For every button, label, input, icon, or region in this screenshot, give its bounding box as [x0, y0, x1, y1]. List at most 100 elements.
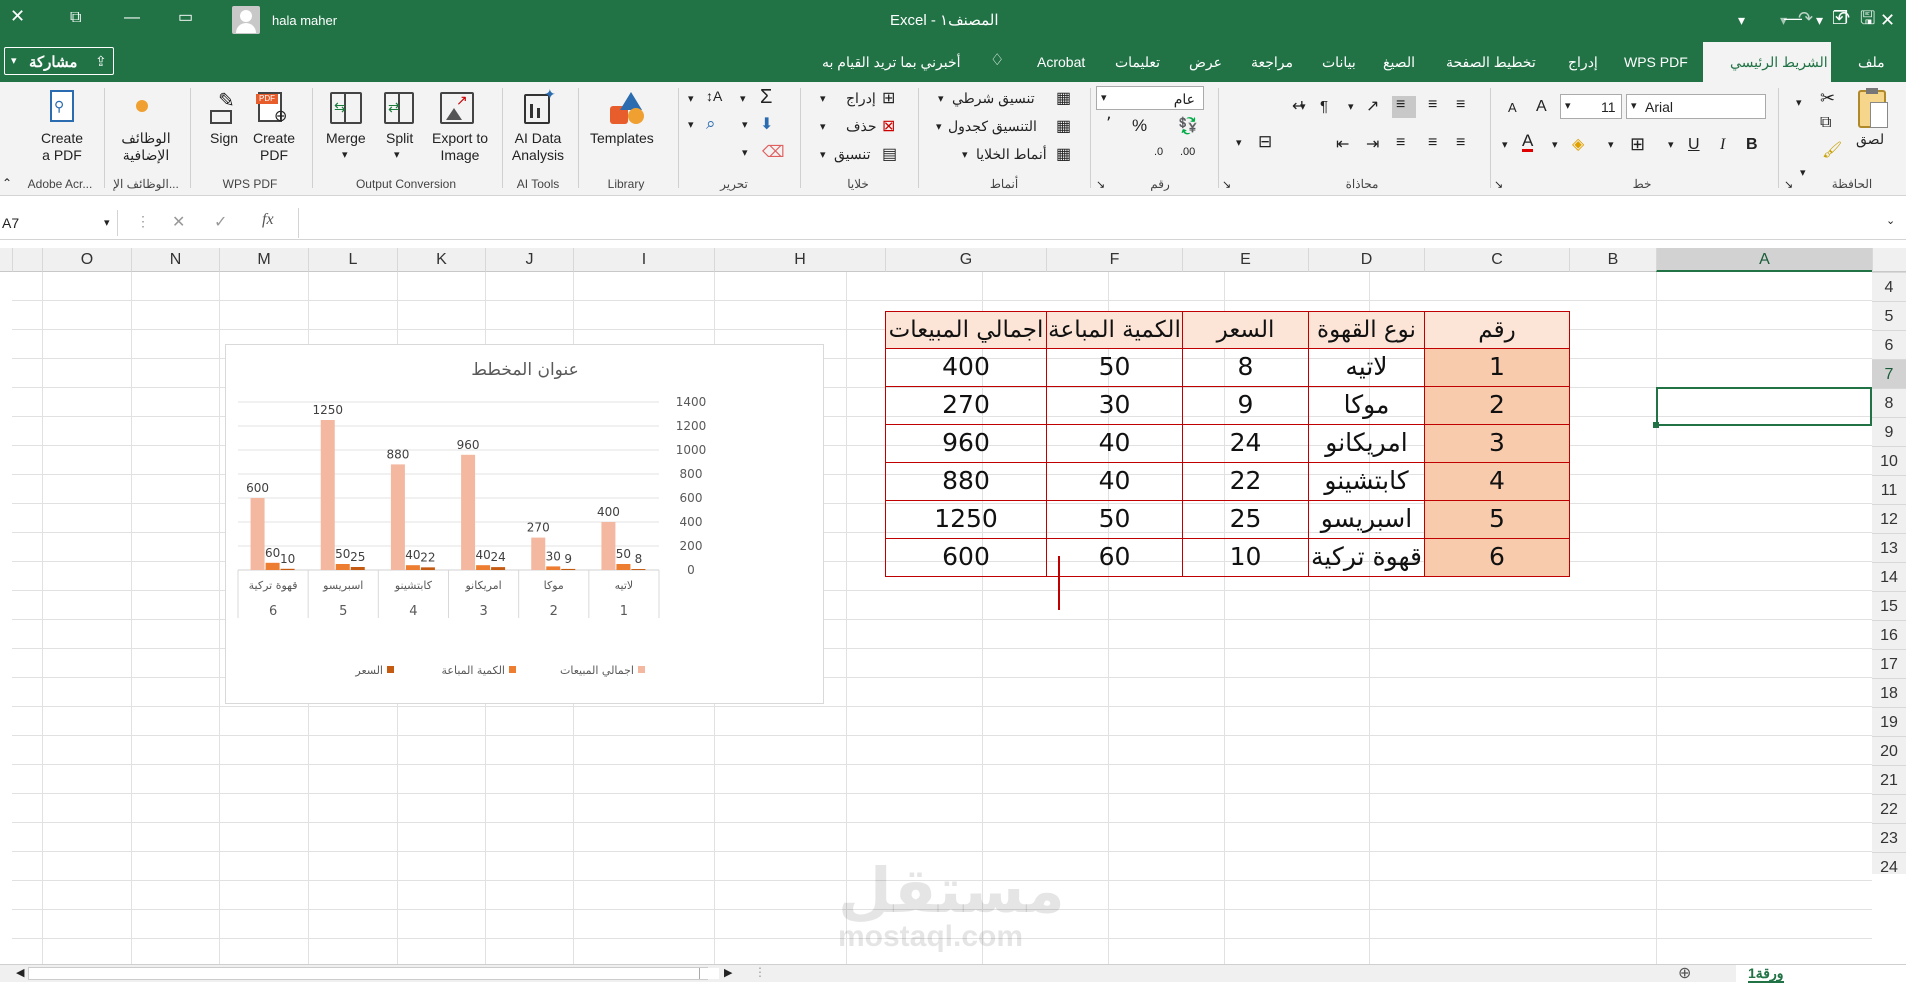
chevron-down-icon[interactable]: ▾: [962, 148, 968, 161]
row-header[interactable]: 5: [1872, 301, 1906, 330]
table-cell[interactable]: كابتشينو: [1308, 462, 1425, 501]
name-box[interactable]: A7 ▾: [0, 210, 118, 236]
table-header-cell[interactable]: رقم: [1424, 311, 1570, 349]
table-cell[interactable]: 25: [1182, 500, 1309, 539]
table-header-cell[interactable]: اجمالي المبيعات: [885, 311, 1047, 349]
merge-icon[interactable]: ⇆: [330, 92, 362, 124]
table-cell[interactable]: 40: [1046, 424, 1183, 463]
chevron-down-icon[interactable]: ▾: [938, 92, 944, 105]
table-cell[interactable]: اسبريسو: [1308, 500, 1425, 539]
percent-button[interactable]: %: [1132, 116, 1147, 136]
insert-cells-icon[interactable]: ⊞: [882, 88, 895, 108]
table-cell[interactable]: امريكانو: [1308, 424, 1425, 463]
table-cell[interactable]: 4: [1424, 462, 1570, 501]
chevron-down-icon[interactable]: ▾: [742, 118, 748, 131]
row-header[interactable]: 9: [1872, 417, 1906, 446]
tab-help[interactable]: تعليمات: [1115, 54, 1160, 70]
table-cell[interactable]: 22: [1182, 462, 1309, 501]
table-cell[interactable]: موكا: [1308, 386, 1425, 425]
number-format-box[interactable]: عام ▾: [1096, 86, 1204, 110]
table-cell[interactable]: 50: [1046, 348, 1183, 387]
window-mode-icon[interactable]: ⧉: [70, 10, 81, 26]
column-header-n[interactable]: N: [131, 248, 219, 272]
row-header[interactable]: 13: [1872, 533, 1906, 562]
row-header-selected[interactable]: 7: [1872, 359, 1906, 388]
row-header[interactable]: 14: [1872, 562, 1906, 591]
table-cell[interactable]: 2: [1424, 386, 1570, 425]
row-header[interactable]: 18: [1872, 678, 1906, 707]
horizontal-scrollbar[interactable]: [28, 967, 719, 980]
row-header[interactable]: 16: [1872, 620, 1906, 649]
chart-title[interactable]: عنوان المخطط: [471, 360, 578, 380]
chevron-down-icon[interactable]: ▾: [688, 118, 694, 131]
close-icon[interactable]: ✕: [1880, 11, 1895, 29]
app-close-icon[interactable]: ✕: [10, 7, 25, 25]
collapse-ribbon-icon[interactable]: ⌃: [2, 176, 12, 190]
table-cell[interactable]: 400: [885, 348, 1047, 387]
tab-data[interactable]: بيانات: [1322, 54, 1356, 70]
cut-icon[interactable]: ✂: [1820, 88, 1835, 109]
table-cell[interactable]: 30: [1046, 386, 1183, 425]
orientation-dropdown-icon[interactable]: ▾: [1348, 100, 1354, 113]
underline-button[interactable]: U: [1688, 136, 1700, 154]
clear-icon[interactable]: ⌫: [762, 142, 785, 162]
table-cell[interactable]: 5: [1424, 500, 1570, 539]
table-cell[interactable]: 270: [885, 386, 1047, 425]
borders-dropdown-icon[interactable]: ▾: [1608, 138, 1614, 151]
format-as-table-button[interactable]: التنسيق كجدول: [948, 118, 1037, 135]
table-cell[interactable]: 10: [1182, 538, 1309, 577]
adobe-create-pdf-icon[interactable]: ⚲: [48, 90, 78, 126]
row-header[interactable]: 10: [1872, 446, 1906, 475]
borders-icon[interactable]: ⊞: [1630, 134, 1645, 155]
export-image-icon[interactable]: ↗: [440, 92, 474, 124]
sort-filter-icon[interactable]: ↕A: [706, 88, 722, 104]
column-header-c[interactable]: C: [1424, 248, 1569, 272]
chevron-down-icon[interactable]: ▾: [688, 92, 694, 105]
column-header-i[interactable]: I: [573, 248, 714, 272]
clipboard-more-icon[interactable]: ▾: [1796, 96, 1802, 109]
ribbon-display-icon[interactable]: ▭: [178, 10, 193, 26]
enter-icon[interactable]: ✓: [214, 212, 227, 232]
column-header-m[interactable]: M: [219, 248, 308, 272]
row-header-corner[interactable]: [1872, 248, 1906, 272]
scroll-left-icon[interactable]: ◀: [16, 966, 24, 979]
decrease-font-icon[interactable]: A: [1508, 100, 1517, 115]
ai-data-icon[interactable]: ✦: [522, 86, 556, 126]
bold-button[interactable]: B: [1746, 136, 1758, 154]
align-right-icon[interactable]: ≡: [1456, 134, 1465, 152]
expand-formula-icon[interactable]: ⌄: [1886, 214, 1895, 227]
minimize-ribbon-icon[interactable]: —: [124, 10, 140, 26]
column-header-l[interactable]: L: [308, 248, 397, 272]
column-header-o[interactable]: O: [42, 248, 131, 272]
column-header-h[interactable]: H: [714, 248, 885, 272]
number-launcher-icon[interactable]: ↘: [1096, 178, 1105, 191]
split-icon[interactable]: ⇄: [384, 92, 414, 124]
split-label[interactable]: Split: [386, 130, 413, 147]
column-header-j[interactable]: J: [485, 248, 573, 272]
alignment-launcher-icon[interactable]: ↘: [1222, 178, 1231, 191]
row-header[interactable]: 11: [1872, 475, 1906, 504]
save-icon[interactable]: 🖫: [1860, 9, 1875, 27]
font-color-dropdown-icon[interactable]: ▾: [1502, 138, 1508, 151]
chevron-down-icon[interactable]: ▾: [742, 146, 748, 159]
qat-dropdown-icon[interactable]: ▾: [1738, 12, 1745, 28]
table-cell[interactable]: 1: [1424, 348, 1570, 387]
increase-font-icon[interactable]: A: [1536, 98, 1547, 116]
font-name-box[interactable]: Arial ▾: [1626, 94, 1766, 119]
fill-dropdown-icon[interactable]: ▾: [1552, 138, 1558, 151]
sign-label[interactable]: Sign: [210, 130, 238, 147]
format-table-icon[interactable]: ▦: [1056, 116, 1071, 136]
row-header[interactable]: 19: [1872, 707, 1906, 736]
merge-dropdown-icon[interactable]: ▾: [342, 148, 348, 161]
export-to-image-label[interactable]: Export to Image: [428, 130, 492, 164]
active-cell-a7[interactable]: [1656, 387, 1872, 426]
row-header[interactable]: 4: [1872, 272, 1906, 301]
row-header[interactable]: 8: [1872, 388, 1906, 417]
underline-dropdown-icon[interactable]: ▾: [1668, 138, 1674, 151]
increase-decimal-icon[interactable]: .00: [1180, 146, 1195, 158]
split-dropdown-icon[interactable]: ▾: [394, 148, 400, 161]
row-header[interactable]: 24: [1872, 852, 1906, 876]
undo-dropdown-icon[interactable]: ▾: [1816, 12, 1823, 28]
splitter-icon[interactable]: ⋮: [754, 965, 766, 979]
column-header-b[interactable]: B: [1569, 248, 1656, 272]
